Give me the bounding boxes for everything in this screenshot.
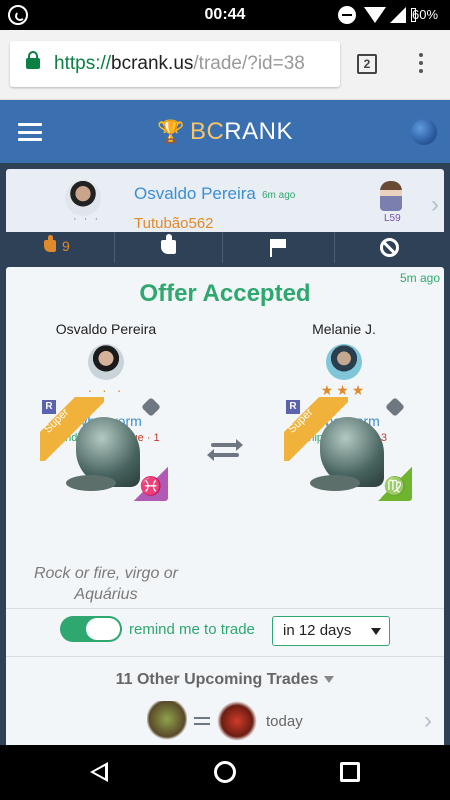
chevron-down-icon [371,628,381,635]
trader-rating: · · · [87,382,125,398]
divider [6,608,444,609]
url-text[interactable]: https://bcrank.us/trade/?id=38 [54,53,305,75]
chevron-right-icon[interactable]: › [424,707,432,735]
post-time: 6m ago [262,190,296,201]
lock-icon [26,51,40,69]
like-count-button[interactable]: 9 [6,232,114,263]
signal-icon [390,7,406,23]
do-not-disturb-icon [338,6,356,24]
poster-level: L59 [384,213,401,224]
like-count: 9 [62,238,70,254]
ban-icon [380,238,399,257]
poster-avatar[interactable] [65,180,101,216]
url-host: bcrank.us [111,53,194,74]
page-content: · · · Osvaldo Pereira 6m ago Tutubão562 … [0,163,450,745]
monster-image-right[interactable]: R Super ♍ [284,397,412,501]
status-bar: 00:44 60% [0,0,450,30]
app-header: 🏆 BCRANK [0,100,450,163]
monster-thumbnail [217,701,257,741]
brand-suffix: RANK [224,118,293,145]
recent-apps-icon[interactable] [340,762,360,782]
trader-avatar[interactable] [326,344,362,380]
brand-prefix: BC [189,118,225,145]
block-button[interactable] [334,232,444,263]
thumbs-up-icon [161,234,176,254]
upcoming-trades-label: 11 Other Upcoming Trades [115,671,319,688]
trader-name[interactable]: Osvaldo Pereira [6,321,206,337]
monster-figure [310,417,384,491]
battery-percent: 60% [412,7,439,22]
swap-arrows-icon [194,714,212,728]
remind-toggle[interactable] [60,616,122,642]
home-icon[interactable] [214,761,236,783]
remind-label[interactable]: remind me to trade [129,621,255,638]
browser-toolbar: https://bcrank.us/trade/?id=38 2 [0,30,450,100]
swap-arrows-icon [207,439,243,463]
chevron-right-icon[interactable]: › [431,191,439,219]
divider [6,656,444,657]
poster-name[interactable]: Osvaldo Pereira [134,184,256,204]
trophy-icon: 🏆 [157,119,185,144]
upcoming-trade-row[interactable]: today › [6,699,444,745]
trader-avatar[interactable] [88,344,124,380]
thumbs-up-icon [44,235,56,252]
url-scheme: https:// [54,53,112,74]
poster-rating: · · · [73,213,101,225]
rarity-badge: R [286,400,300,414]
rune-stone-icon [141,397,161,417]
globe-icon[interactable] [411,119,437,145]
monster-image-left[interactable]: R Super ♓ [40,397,168,501]
remind-timing-select[interactable]: in 12 days [272,616,390,646]
poster-handle: Tutubão562 [134,215,214,232]
url-path: /trade/?id=38 [193,53,305,74]
upcoming-trade-when: today [266,713,303,730]
flag-icon [270,239,286,257]
report-button[interactable] [222,232,334,263]
rune-stone-icon [385,397,405,417]
trade-card: 5m ago Offer Accepted Osvaldo Pereira · … [6,267,444,745]
like-button[interactable] [114,232,222,263]
browser-menu-icon[interactable] [418,53,424,77]
brand-logo[interactable]: 🏆 BCRANK [0,118,450,146]
pisces-sign-icon: ♓ [134,467,168,501]
trade-note: Rock or fire, virgo or Aquárius [33,565,179,603]
wifi-icon [364,7,386,23]
tab-switcher-button[interactable]: 2 [357,54,377,74]
caret-down-icon [324,676,335,684]
virgo-sign-icon: ♍ [378,467,412,501]
trader-name[interactable]: Melanie J. [244,321,444,337]
toggle-knob [86,618,120,640]
back-icon[interactable] [90,762,108,782]
level-avatar-icon [380,181,402,211]
post-action-bar: 9 [6,232,444,263]
rarity-badge: R [42,400,56,414]
monster-thumbnail [147,701,187,741]
system-nav-bar [0,745,450,800]
trader-rating: ★★★ [320,382,368,398]
monster-figure [66,417,140,491]
address-bar[interactable]: https://bcrank.us/trade/?id=38 [10,41,340,87]
remind-timing-value: in 12 days [283,622,352,639]
upcoming-trades-toggle[interactable]: 11 Other Upcoming Trades [6,671,444,689]
trade-status: Offer Accepted [139,280,311,307]
